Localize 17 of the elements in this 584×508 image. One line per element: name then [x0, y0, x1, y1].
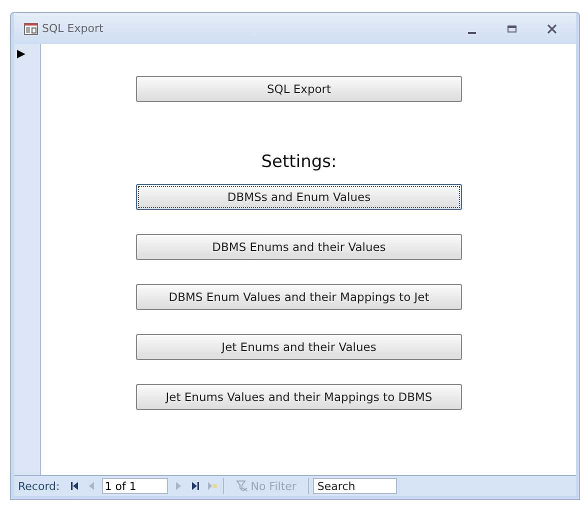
- maximize-icon: [507, 24, 517, 34]
- sql-export-button[interactable]: SQL Export: [136, 76, 462, 102]
- settings-button[interactable]: DBMS Enums and their Values: [136, 234, 462, 260]
- settings-button[interactable]: Jet Enums Values and their Mappings to DBMS: [136, 384, 462, 410]
- settings-label: Settings:: [260, 152, 338, 172]
- settings-button[interactable]: Jet Enums and their Values: [136, 334, 462, 360]
- close-icon: [547, 24, 557, 34]
- form-icon: [24, 22, 38, 34]
- minimize-icon: [468, 32, 476, 34]
- settings-button[interactable]: DBMSs and Enum Values: [136, 184, 462, 210]
- settings-button[interactable]: DBMS Enum Values and their Mappings to Jet: [136, 284, 462, 310]
- record-label: Record:: [18, 480, 60, 492]
- filter-icon: [236, 480, 248, 492]
- search-field[interactable]: Search: [313, 478, 398, 494]
- record-position-field[interactable]: 1 of 1: [102, 478, 168, 494]
- window-title: SQL Export: [42, 22, 104, 35]
- record-selector[interactable]: ▶: [14, 44, 40, 60]
